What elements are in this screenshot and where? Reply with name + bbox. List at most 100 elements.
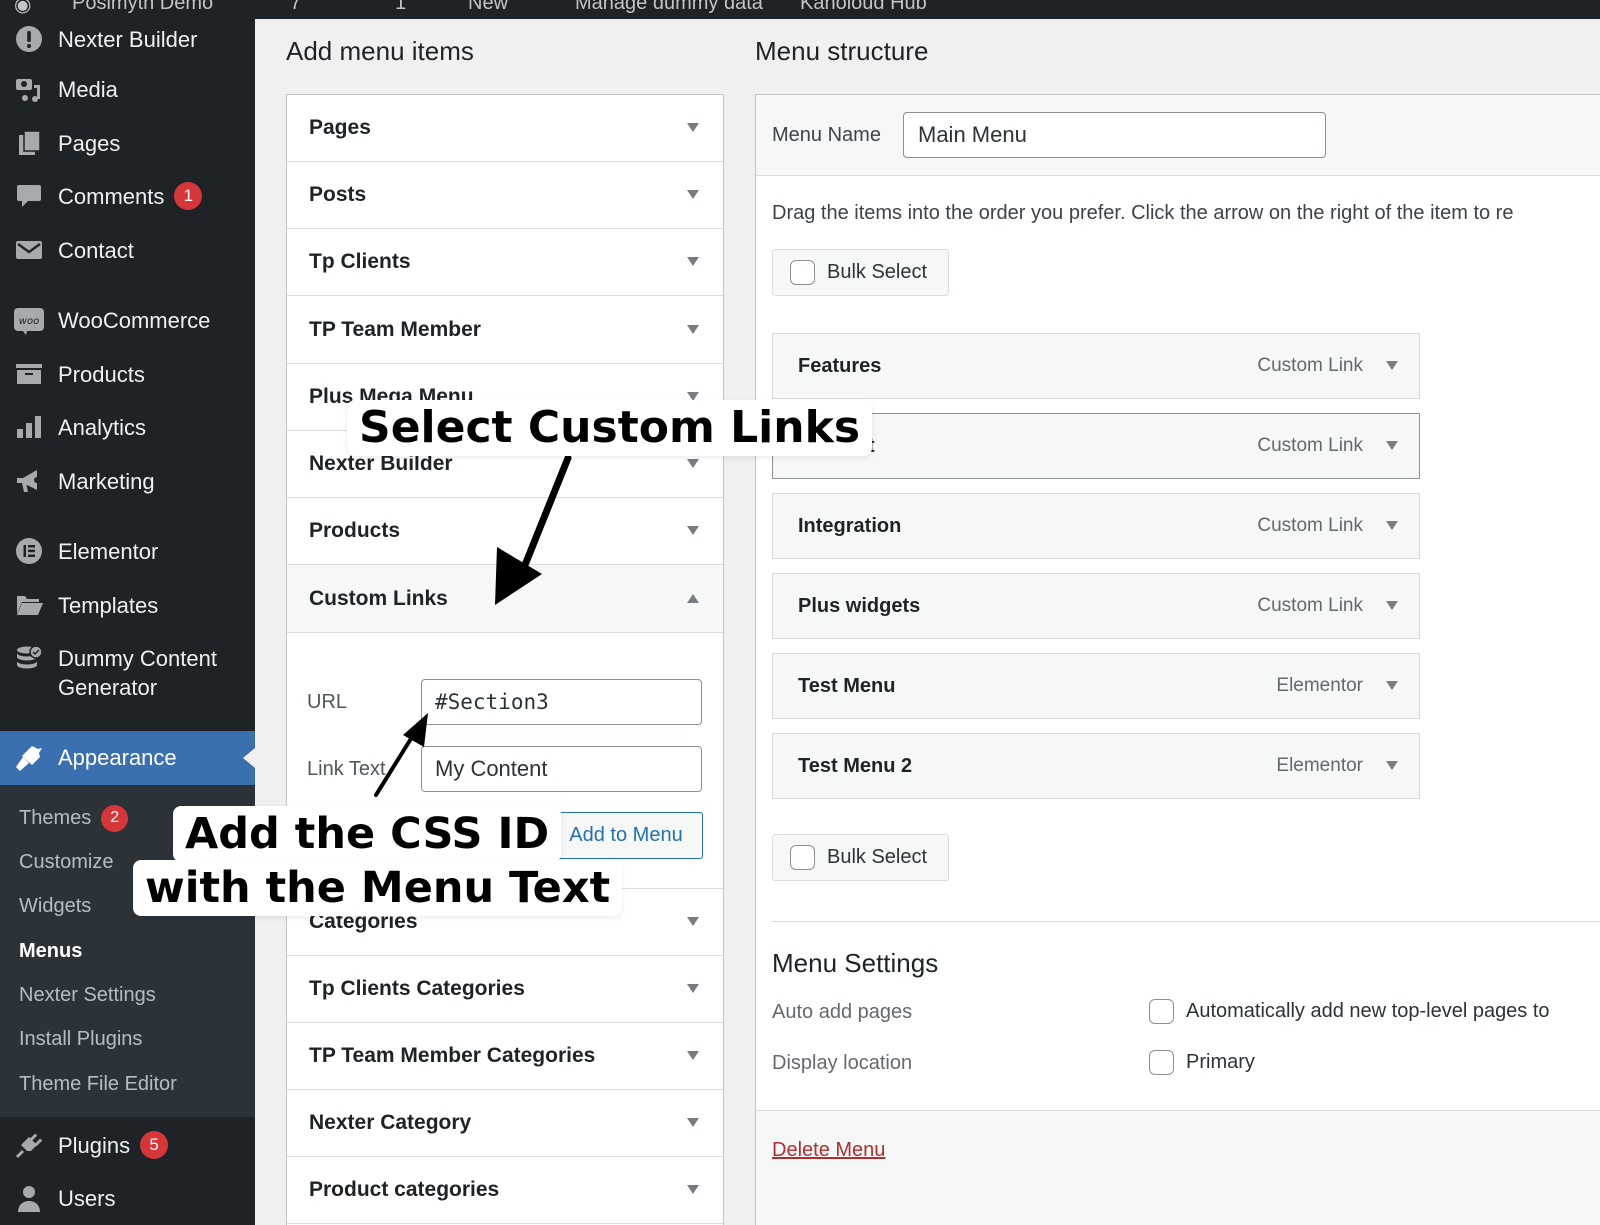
menu-item-type: Custom Link [1257,355,1363,376]
submenu-theme-file-editor[interactable]: Theme File Editor [19,1069,177,1099]
accordion-tp-team-member[interactable]: TP Team Member [287,297,723,364]
accordion-products[interactable]: Products [287,498,723,565]
url-input[interactable]: #Section3 [421,679,702,725]
accordion-label: Tp Clients [309,250,411,273]
chevron-down-icon[interactable] [1386,361,1398,370]
sidebar-item-pages[interactable]: Pages [0,123,255,163]
sidebar-item-plugins[interactable]: Plugins 5 [0,1125,255,1165]
menu-item-row[interactable]: Test Menu Elementor [772,653,1420,719]
primary-location-checkbox[interactable] [1149,1050,1174,1075]
submenu-install-plugins[interactable]: Install Plugins [19,1024,142,1054]
chevron-down-icon[interactable] [1386,681,1398,690]
accordion-product-categories[interactable]: Product categories [287,1157,723,1224]
sidebar-item-media[interactable]: Media [0,69,255,109]
sidebar-item-contact[interactable]: Contact [0,230,255,270]
envelope-icon [14,235,44,265]
chevron-down-icon [687,325,699,334]
admin-bar-hub[interactable]: Kanoloud Hub [800,0,927,15]
chevron-down-icon [687,257,699,266]
accordion-label: Pages [309,116,371,139]
bulk-select-checkbox[interactable] [790,260,815,285]
accordion-tp-team-member-categories[interactable]: TP Team Member Categories [287,1023,723,1090]
pages-icon [14,128,44,158]
sidebar-item-woocommerce[interactable]: woo WooCommerce [0,300,255,340]
chevron-down-icon[interactable] [1386,521,1398,530]
accordion-pages[interactable]: Pages [287,95,723,162]
chevron-down-icon[interactable] [1386,441,1398,450]
option-label: Primary [1186,1051,1255,1073]
menu-name-input[interactable]: Main Menu [903,112,1326,158]
menu-item-row[interactable]: Plus widgets Custom Link [772,573,1420,639]
menu-item-title: Integration [798,514,902,537]
sidebar-item-users[interactable]: Users [0,1178,255,1218]
chevron-down-icon[interactable] [1386,601,1398,610]
menu-item-type: Elementor [1276,675,1363,696]
add-to-menu-button[interactable]: Add to Menu [549,812,703,859]
menu-item-type: Elementor [1276,755,1363,776]
auto-add-pages-checkbox[interactable] [1149,999,1174,1024]
svg-text:woo: woo [19,316,39,327]
accordion-custom-links[interactable]: Custom Links [287,566,723,633]
chevron-up-icon [687,594,699,603]
admin-bar-updates[interactable]: 7 [290,0,301,15]
menu-structure-panel: Menu Name Main Menu Drag the items into … [755,94,1600,1225]
submenu-menus[interactable]: Menus [19,936,82,966]
accordion-tp-clients-categories[interactable]: Tp Clients Categories [287,956,723,1023]
submenu-themes[interactable]: Themes 2 [19,803,129,833]
menu-name-bar: Menu Name Main Menu [756,95,1600,176]
bulk-select-label: Bulk Select [827,846,928,868]
woo-icon: woo [14,305,44,335]
sidebar-item-comments[interactable]: Comments 1 [0,176,255,216]
accordion-label: Product categories [309,1178,500,1201]
media-icon [14,74,44,104]
sidebar-item-label-line1: Dummy Content [58,646,217,671]
menu-item-row[interactable]: Test Menu 2 Elementor [772,733,1420,799]
accordion-label: Tp Clients Categories [309,977,525,1000]
paintbrush-icon [14,743,44,773]
bulk-select-bottom-button[interactable]: Bulk Select [772,834,949,881]
auto-add-pages-label: Auto add pages [772,1001,913,1023]
link-text-input[interactable]: My Content [421,746,702,792]
menu-item-row[interactable]: Integration Custom Link [772,493,1420,559]
drag-instructions: Drag the items into the order you prefer… [772,202,1514,224]
submenu-nexter-settings[interactable]: Nexter Settings [19,980,156,1010]
sidebar-item-analytics[interactable]: Analytics [0,407,255,447]
admin-bar-site-name[interactable]: Posimyth Demo [72,0,213,15]
chevron-down-icon[interactable] [1386,761,1398,770]
wordpress-logo-icon[interactable]: ◉ [14,0,31,17]
menu-name-label: Menu Name [772,124,881,146]
menu-structure-heading: Menu structure [755,36,929,66]
bulk-select-top-button[interactable]: Bulk Select [772,249,949,296]
admin-bar: ◉ Posimyth Demo 7 1 New Manage dummy dat… [0,0,1600,19]
display-location-primary-option[interactable]: Primary [1149,1050,1255,1075]
sidebar-item-appearance[interactable]: Appearance [0,731,255,785]
submenu-customize[interactable]: Customize [19,847,113,877]
submenu-widgets[interactable]: Widgets [19,891,91,921]
divider [772,921,1600,922]
plug-icon [14,1130,44,1160]
sidebar-item-elementor[interactable]: Elementor [0,531,255,571]
admin-bar-dummy-data[interactable]: Manage dummy data [575,0,763,15]
admin-bar-new[interactable]: New [468,0,508,15]
admin-bar-comments[interactable]: 1 [395,0,406,15]
menu-item-type: Custom Link [1257,435,1363,456]
accordion-posts[interactable]: Posts [287,162,723,229]
chevron-down-icon [687,190,699,199]
accordion-nexter-category[interactable]: Nexter Category [287,1090,723,1157]
sidebar-item-templates[interactable]: Templates [0,585,255,625]
bulk-select-checkbox[interactable] [790,845,815,870]
sidebar-item-marketing[interactable]: Marketing [0,461,255,501]
menu-settings-heading: Menu Settings [772,948,939,978]
delete-menu-link[interactable]: Delete Menu [772,1139,885,1162]
sidebar-item-nexter-builder[interactable]: Nexter Builder [0,19,255,59]
sidebar-item-products[interactable]: Products [0,354,255,394]
menu-item-row[interactable]: Features Custom Link [772,333,1420,399]
database-icon [14,644,44,674]
accordion-tp-clients[interactable]: Tp Clients [287,229,723,296]
annotation-callout-css-id-line1: Add the CSS ID [173,806,562,862]
sidebar-item-dummy-content-generator[interactable]: Dummy Content Generator [0,644,255,704]
chevron-down-icon [687,1118,699,1127]
accordion-label: TP Team Member Categories [309,1044,596,1067]
add-menu-items-accordion: Pages Posts Tp Clients TP Team Member Pl… [286,94,724,1225]
auto-add-pages-option[interactable]: Automatically add new top-level pages to [1149,999,1550,1024]
